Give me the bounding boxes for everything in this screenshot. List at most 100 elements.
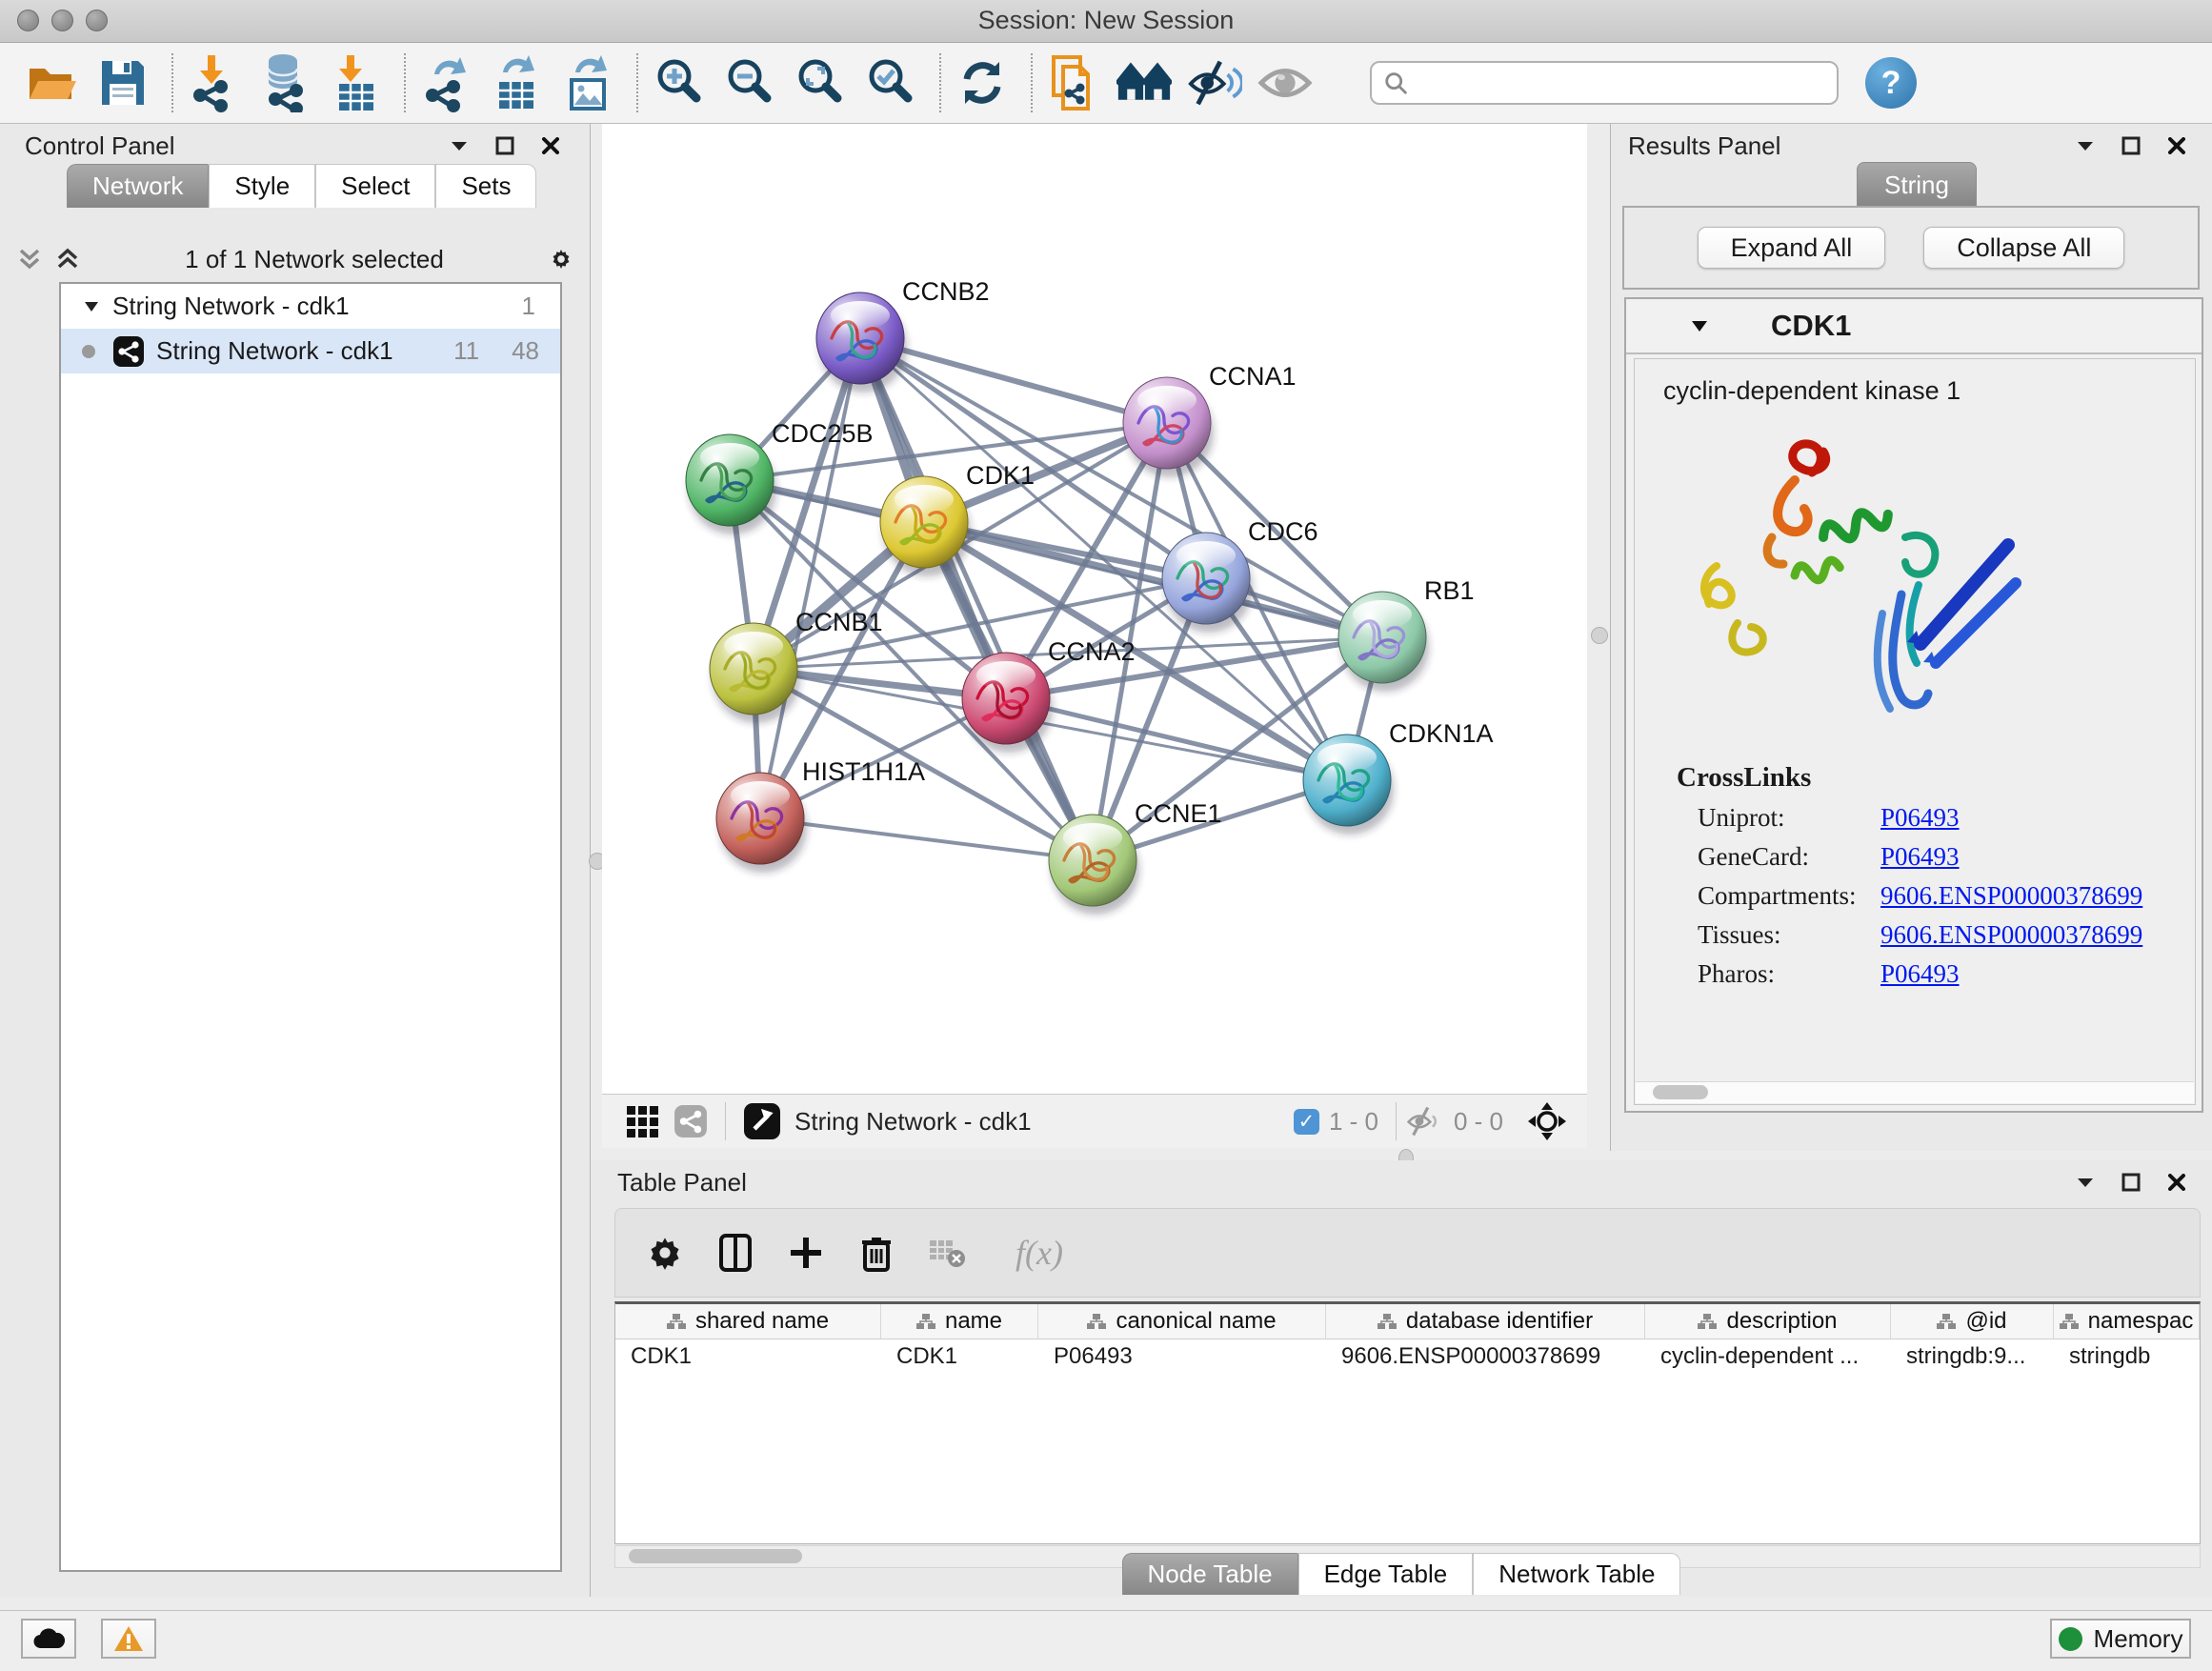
node-label-CDC6: CDC6: [1248, 517, 1318, 546]
export-image-button[interactable]: [560, 52, 615, 113]
delete-table-icon[interactable]: [926, 1228, 968, 1278]
column-header-5[interactable]: @id: [1891, 1304, 2054, 1339]
tab-style[interactable]: Style: [209, 164, 315, 208]
network-graph[interactable]: CCNB2CCNA1CDC25BCDK1CDC6RB1CCNB1CCNA2CDK…: [602, 124, 1587, 1094]
zoom-in-button[interactable]: [652, 52, 707, 113]
network-node-RB1[interactable]: RB1: [1338, 576, 1475, 692]
help-button[interactable]: ?: [1865, 57, 1917, 109]
show-columns-icon[interactable]: [714, 1228, 756, 1278]
table-cell[interactable]: P06493: [1038, 1339, 1326, 1374]
save-session-button[interactable]: [95, 52, 151, 113]
table-cell[interactable]: stringdb: [2054, 1339, 2200, 1374]
table-options-gear-icon[interactable]: [644, 1228, 686, 1278]
warnings-button[interactable]: [101, 1619, 156, 1659]
tab-edge-table[interactable]: Edge Table: [1298, 1553, 1474, 1595]
current-network-name: String Network - cdk1: [794, 1107, 1032, 1137]
network-canvas[interactable]: CCNB2CCNA1CDC25BCDK1CDC6RB1CCNB1CCNA2CDK…: [602, 124, 1587, 1094]
column-header-6[interactable]: namespac: [2054, 1304, 2200, 1339]
results-horizontal-scrollbar[interactable]: [1636, 1081, 2194, 1103]
column-header-1[interactable]: name: [881, 1304, 1038, 1339]
collapse-all-button[interactable]: Collapse All: [1923, 227, 2124, 269]
network-node-HIST1H1A[interactable]: HIST1H1A: [716, 757, 925, 873]
network-edge[interactable]: [760, 818, 1093, 860]
fit-selected-crosshair-icon[interactable]: [1526, 1100, 1568, 1142]
tab-select[interactable]: Select: [315, 164, 435, 208]
close-panel-icon[interactable]: [2164, 133, 2189, 158]
tab-network-table[interactable]: Network Table: [1473, 1553, 1680, 1595]
zoom-fit-button[interactable]: [793, 52, 848, 113]
delete-column-icon[interactable]: [855, 1228, 897, 1278]
birds-eye-view-icon[interactable]: [743, 1102, 781, 1140]
table-cell[interactable]: cyclin-dependent ...: [1645, 1339, 1891, 1374]
uniprot-link[interactable]: P06493: [1880, 803, 1960, 833]
export-network-button[interactable]: [419, 52, 474, 113]
cloud-status-button[interactable]: [21, 1619, 76, 1659]
zoom-out-button[interactable]: [722, 52, 777, 113]
search-field[interactable]: [1370, 61, 1839, 105]
tab-network[interactable]: Network: [67, 164, 209, 208]
table-cell[interactable]: 9606.ENSP00000378699: [1326, 1339, 1645, 1374]
import-public-databases-button[interactable]: [1046, 52, 1101, 113]
function-builder-button[interactable]: f(x): [996, 1228, 1082, 1278]
float-panel-icon[interactable]: [2119, 133, 2143, 158]
create-column-icon[interactable]: [785, 1228, 827, 1278]
compartments-link[interactable]: 9606.ENSP00000378699: [1880, 881, 2142, 911]
expand-all-networks-icon[interactable]: [55, 247, 80, 272]
tab-string[interactable]: String: [1857, 162, 1977, 208]
string-home-button[interactable]: [1116, 52, 1172, 113]
scrollbar-thumb[interactable]: [1653, 1085, 1708, 1099]
panel-menu-icon[interactable]: [447, 133, 472, 158]
genecard-link[interactable]: P06493: [1880, 842, 1960, 872]
show-hide-labels-button[interactable]: [1187, 52, 1242, 113]
collapse-all-networks-icon[interactable]: [17, 247, 42, 272]
column-header-3[interactable]: database identifier: [1326, 1304, 1645, 1339]
panel-menu-icon[interactable]: [2073, 133, 2098, 158]
network-row[interactable]: String Network - cdk1 11 48: [61, 329, 560, 373]
network-view-icon[interactable]: [674, 1104, 708, 1138]
table-cell[interactable]: stringdb:9...: [1891, 1339, 2054, 1374]
close-panel-icon[interactable]: [538, 133, 563, 158]
zoom-selected-button[interactable]: [863, 52, 918, 113]
network-options-gear-icon[interactable]: [549, 247, 573, 272]
float-panel-icon[interactable]: [2119, 1170, 2143, 1195]
network-collection-row[interactable]: String Network - cdk1 1: [61, 284, 560, 329]
column-header-0[interactable]: shared name: [615, 1304, 881, 1339]
export-table-button[interactable]: [490, 52, 545, 113]
table-cell[interactable]: CDK1: [881, 1339, 1038, 1374]
network-edge[interactable]: [760, 338, 860, 818]
float-panel-icon[interactable]: [493, 133, 517, 158]
import-network-file-button[interactable]: [187, 52, 242, 113]
column-header-2[interactable]: canonical name: [1038, 1304, 1326, 1339]
search-input[interactable]: [1408, 69, 1825, 97]
expand-all-button[interactable]: Expand All: [1698, 227, 1886, 269]
refresh-button[interactable]: [955, 52, 1010, 113]
highlight-button[interactable]: [1257, 52, 1313, 113]
tab-sets[interactable]: Sets: [435, 164, 536, 208]
control-panel-title: Control Panel: [25, 131, 175, 161]
import-table-file-button[interactable]: [328, 52, 383, 113]
right-splitter-handle[interactable]: [1591, 627, 1608, 644]
collapse-triangle-icon[interactable]: [84, 301, 99, 312]
collapse-triangle-icon[interactable]: [1691, 320, 1708, 332]
panel-menu-icon[interactable]: [2073, 1170, 2098, 1195]
open-session-button[interactable]: [25, 52, 80, 113]
node-count: 11: [453, 336, 479, 366]
selected-checkbox-icon[interactable]: ✓: [1294, 1109, 1319, 1135]
pharos-link[interactable]: P06493: [1880, 959, 1960, 989]
grid-view-icon[interactable]: [627, 1106, 658, 1137]
network-node-CCNA1[interactable]: CCNA1: [1123, 362, 1297, 477]
import-network-database-button[interactable]: [257, 52, 312, 113]
hidden-eye-icon[interactable]: [1404, 1105, 1444, 1137]
column-header-4[interactable]: description: [1645, 1304, 1891, 1339]
network-node-CDK1[interactable]: CDK1: [880, 461, 1035, 576]
table-cell[interactable]: CDK1: [615, 1339, 881, 1374]
gene-section-header[interactable]: CDK1: [1626, 299, 2202, 354]
memory-button[interactable]: Memory: [2050, 1619, 2191, 1659]
tissues-link[interactable]: 9606.ENSP00000378699: [1880, 920, 2142, 950]
network-node-CDKN1A[interactable]: CDKN1A: [1303, 719, 1494, 835]
tab-node-table[interactable]: Node Table: [1122, 1553, 1298, 1595]
warning-triangle-icon: [113, 1625, 144, 1652]
network-node-CCNB1[interactable]: CCNB1: [710, 608, 883, 723]
table-header-row: shared namenamecanonical namedatabase id…: [615, 1304, 2200, 1339]
close-panel-icon[interactable]: [2164, 1170, 2189, 1195]
